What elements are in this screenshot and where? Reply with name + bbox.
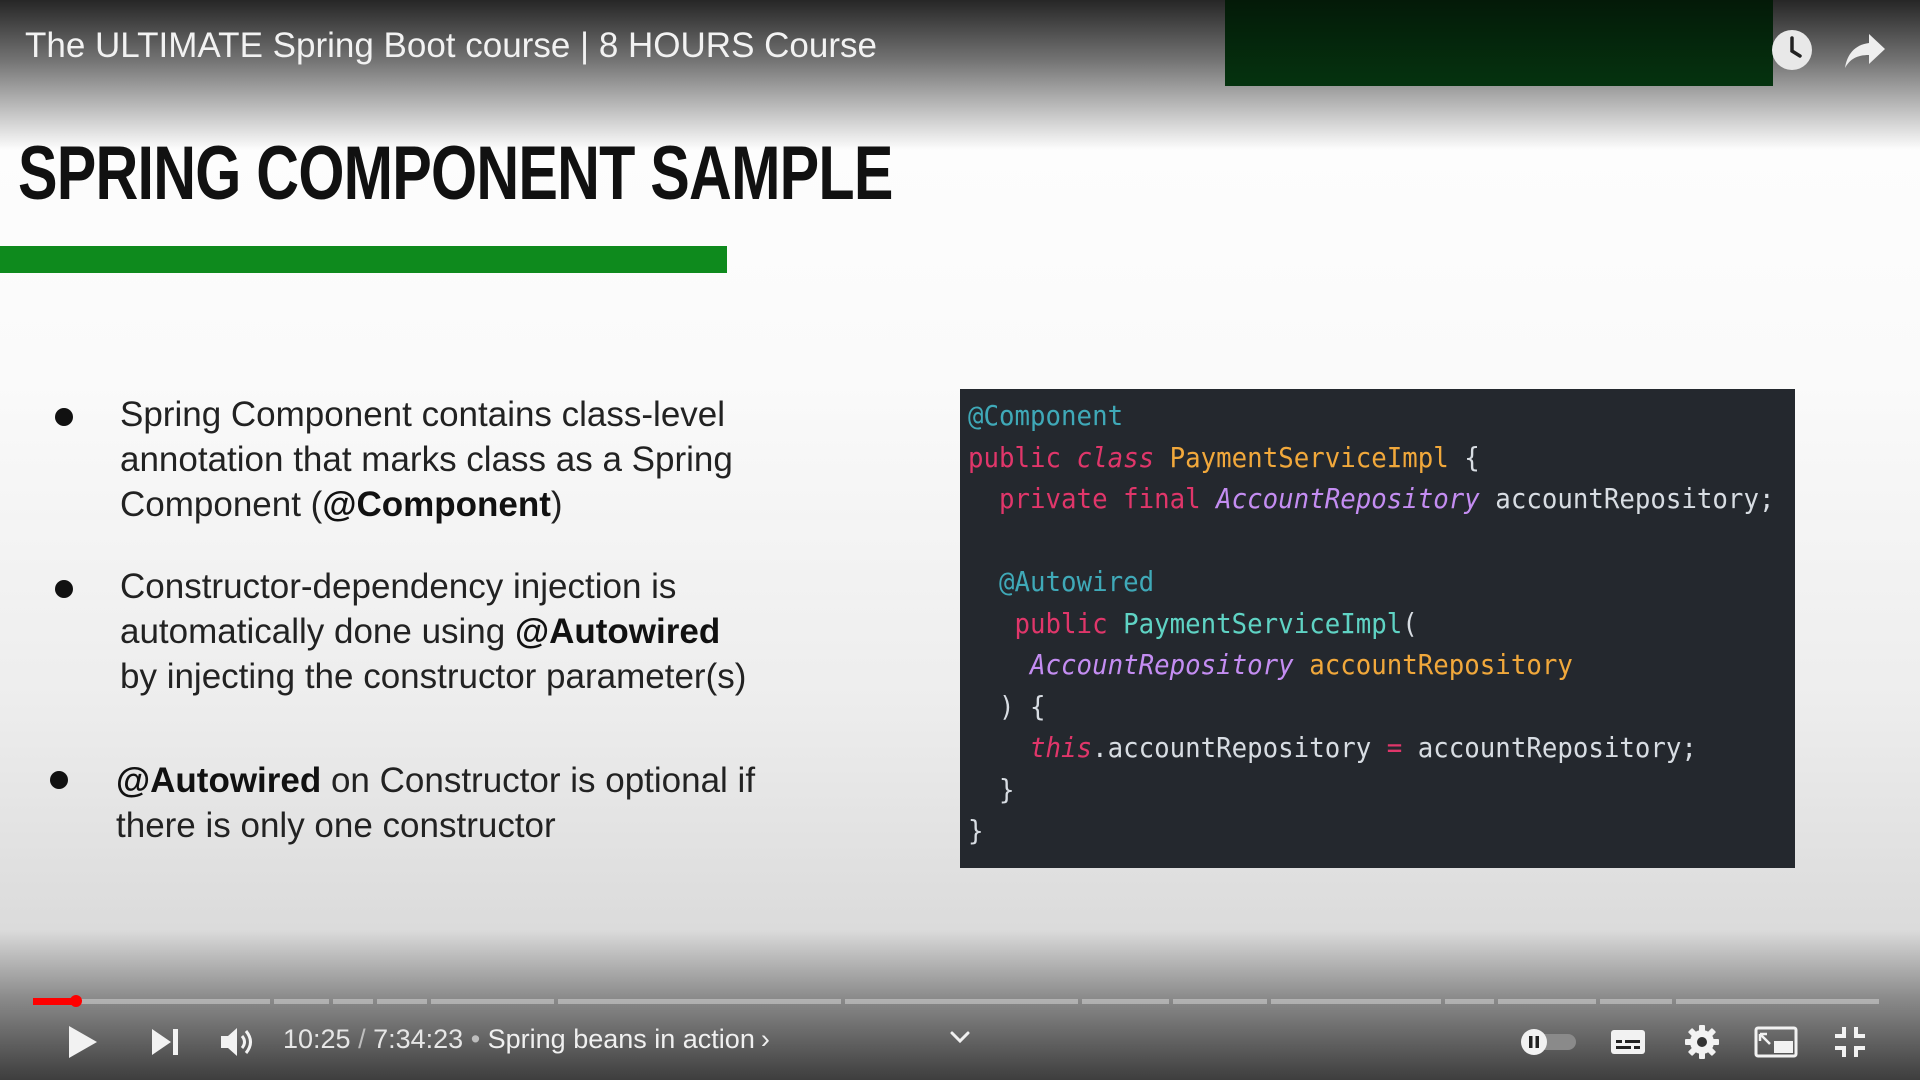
- settings-button[interactable]: [1680, 1020, 1724, 1064]
- bullet-text: Spring Component contains class-level ann…: [120, 392, 733, 527]
- time-separator: /: [350, 1024, 374, 1054]
- bullet-line: there is only one constructor: [116, 806, 556, 845]
- autoplay-toggle[interactable]: [1518, 1020, 1578, 1064]
- code-line: private final AccountRepository accountR…: [968, 482, 1775, 515]
- code-snippet: @Component public class PaymentServiceImp…: [960, 389, 1795, 868]
- bullet-line: annotation that marks class as a Spring: [120, 440, 733, 479]
- chapter-segment[interactable]: [558, 999, 842, 1004]
- chapter-segment[interactable]: [377, 999, 427, 1004]
- chapter-title[interactable]: Spring beans in action: [488, 1024, 755, 1054]
- bullet-dot: [55, 408, 73, 426]
- code-line: }: [968, 772, 1015, 806]
- miniplayer-button[interactable]: [1752, 1020, 1800, 1064]
- chapter-segment[interactable]: [845, 999, 1078, 1004]
- video-player[interactable]: Spring Component Sample Spring Component…: [0, 0, 1920, 1080]
- watch-later-button[interactable]: [1770, 28, 1814, 72]
- chapter-segment[interactable]: [273, 999, 329, 1004]
- miniplayer-icon: [1754, 1026, 1798, 1058]
- gear-icon: [1685, 1025, 1719, 1059]
- code-line: @Autowired: [968, 565, 1155, 598]
- heading-underline: [0, 246, 727, 273]
- progress-scrubber[interactable]: [69, 995, 82, 1007]
- chapter-expand-button[interactable]: [945, 1022, 975, 1052]
- chapter-segment[interactable]: [1081, 999, 1169, 1004]
- chapter-segment[interactable]: [430, 999, 555, 1004]
- bullet-line: automatically done using @Autowired: [120, 612, 721, 651]
- volume-icon: [221, 1028, 252, 1056]
- volume-button[interactable]: [215, 1020, 261, 1064]
- skip-next-icon: [152, 1029, 178, 1055]
- chapter-segment[interactable]: [1444, 999, 1495, 1004]
- code-line: public class PaymentServiceImpl {: [968, 440, 1480, 474]
- clock-icon: [1772, 30, 1812, 70]
- code-line: AccountRepository accountRepository: [968, 648, 1573, 681]
- chapter-segment[interactable]: [1172, 999, 1267, 1004]
- subtitles-button[interactable]: [1605, 1020, 1651, 1064]
- code-line: this.accountRepository = accountReposito…: [968, 731, 1697, 764]
- chapter-chevron-icon[interactable]: ›: [761, 1024, 770, 1054]
- chapter-segment[interactable]: [1599, 999, 1672, 1004]
- dark-banner: [1225, 0, 1773, 86]
- bullet-text: @Autowired on Constructor is optional if…: [116, 758, 755, 848]
- bullet-dot: [55, 580, 73, 598]
- code-block: @Component public class PaymentServiceImp…: [968, 395, 1775, 852]
- current-time: 10:25: [283, 1024, 351, 1054]
- chapter-segment[interactable]: [332, 999, 374, 1004]
- share-arrow-icon: [1845, 34, 1885, 68]
- bullet-line: Spring Component contains class-level: [120, 395, 726, 434]
- chapter-segment[interactable]: [1498, 999, 1596, 1004]
- video-title[interactable]: The ULTIMATE Spring Boot course | 8 HOUR…: [25, 26, 877, 66]
- time-display: 10:25 / 7:34:23 • Spring beans in action…: [283, 1024, 770, 1055]
- duration: 7:34:23: [373, 1024, 464, 1054]
- code-line: }: [968, 814, 984, 847]
- subtitles-icon: [1611, 1030, 1645, 1054]
- code-line: @Component: [968, 399, 1124, 432]
- bullet-line: by injecting the constructor parameter(s…: [120, 657, 747, 696]
- progress-bar[interactable]: [33, 999, 1883, 1004]
- chevron-down-icon: [950, 1031, 970, 1044]
- code-line: ) {: [968, 689, 1046, 723]
- next-button[interactable]: [143, 1020, 187, 1064]
- bullet-line: @Autowired on Constructor is optional if: [116, 761, 756, 800]
- exit-fullscreen-icon: [1835, 1027, 1865, 1057]
- bullet-dot: [50, 771, 68, 789]
- exit-fullscreen-button[interactable]: [1828, 1020, 1872, 1064]
- chapter-separator: •: [463, 1024, 488, 1054]
- chapter-segment[interactable]: [1675, 999, 1879, 1004]
- play-icon: [69, 1026, 97, 1058]
- bullet-text: Constructor-dependency injection is autom…: [120, 564, 746, 699]
- play-button[interactable]: [60, 1020, 104, 1064]
- chapter-segment[interactable]: [1270, 999, 1441, 1004]
- pause-toggle-icon: [1521, 1029, 1576, 1055]
- share-button[interactable]: [1843, 28, 1887, 72]
- code-line: public PaymentServiceImpl(: [968, 606, 1418, 640]
- bullet-line: Component (@Component): [120, 485, 563, 524]
- bullet-line: Constructor-dependency injection is: [120, 567, 677, 606]
